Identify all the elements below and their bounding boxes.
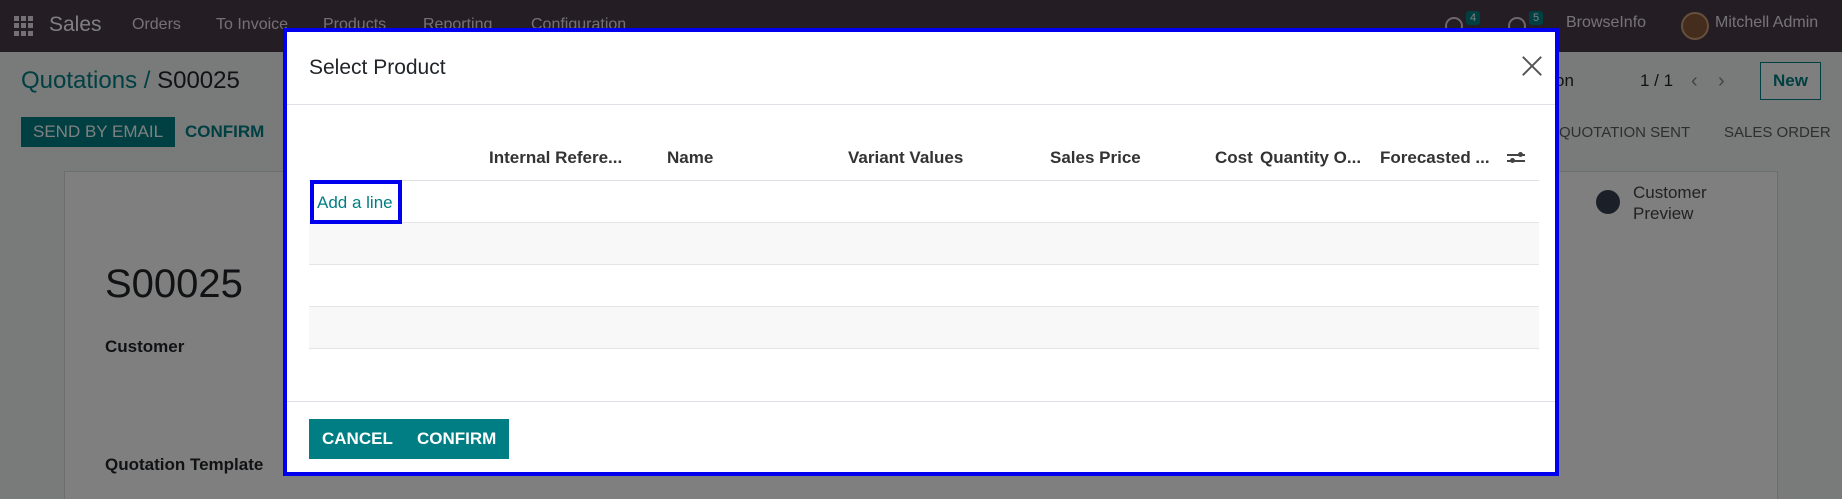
cancel-button[interactable]: CANCEL — [309, 419, 406, 459]
column-quantity-on-hand[interactable]: Quantity O... — [1260, 148, 1361, 168]
table-row — [309, 181, 1539, 223]
column-cost[interactable]: Cost — [1215, 148, 1253, 168]
add-a-line-link[interactable]: Add a line — [310, 180, 402, 224]
table-row — [309, 265, 1539, 307]
table-row — [309, 307, 1539, 349]
select-product-dialog: Select Product Internal Refere... Name V… — [283, 28, 1559, 476]
close-icon[interactable] — [1520, 54, 1544, 78]
dialog-footer-divider — [287, 401, 1555, 402]
optional-columns-icon[interactable] — [1507, 149, 1525, 167]
column-internal-reference[interactable]: Internal Refere... — [489, 148, 622, 168]
column-sales-price[interactable]: Sales Price — [1050, 148, 1141, 168]
dialog-title: Select Product — [309, 56, 446, 79]
table-row — [309, 223, 1539, 265]
confirm-button[interactable]: CONFIRM — [404, 419, 510, 459]
column-variant-values[interactable]: Variant Values — [848, 148, 963, 168]
dialog-header: Select Product — [287, 32, 1555, 105]
column-forecasted[interactable]: Forecasted ... — [1380, 148, 1490, 168]
column-name[interactable]: Name — [667, 148, 713, 168]
